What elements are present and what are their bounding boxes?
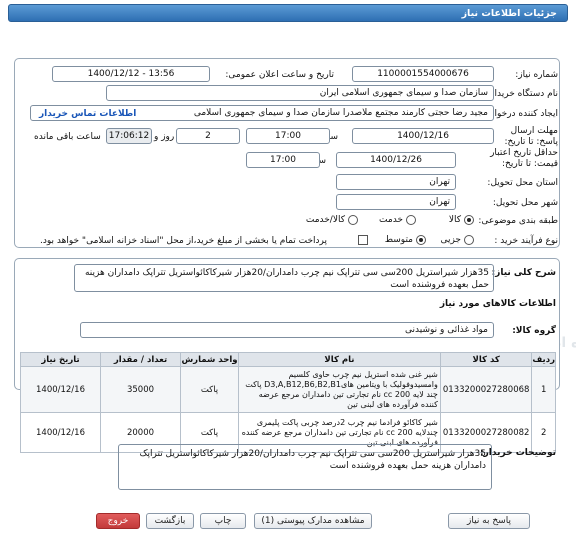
cell-code: 0133200027280068	[439, 366, 533, 413]
goods-table: ردیف کد کالا نام کالا واحد شمارش تعداد /…	[20, 352, 556, 453]
need-number-field: 1100001554000676	[352, 66, 494, 82]
remaining-time-label: ساعت باقی مانده	[34, 132, 101, 142]
goods-group-field: مواد غذائی و نوشیدنی	[80, 322, 494, 338]
buyer-org-label: نام دستگاه خریدار:	[487, 89, 558, 99]
delivery-city-label: شهر محل تحویل:	[492, 198, 558, 208]
reply-button[interactable]: پاسخ به نیاز	[448, 513, 530, 529]
price-validity-time: 17:00	[246, 152, 320, 168]
summary-label: شرح کلی نیاز:	[491, 268, 556, 278]
price-validity-label: حداقل تاریخ اعتبار قیمت: تا تاریخ:	[490, 148, 558, 169]
treasury-bonds-note: پرداخت تمام یا بخشی از مبلغ خرید،از محل …	[40, 236, 328, 246]
cell-row: 2	[531, 412, 556, 453]
summary-field: 35هزار شیراستریل 200سی سی تتراپک نیم چرب…	[74, 264, 494, 292]
cell-date: 1400/12/16	[20, 412, 101, 453]
category-service-radio[interactable]: خدمت	[379, 215, 416, 225]
col-row: ردیف	[531, 352, 556, 367]
print-button[interactable]: چاپ	[200, 513, 246, 529]
cell-date: 1400/12/16	[20, 366, 101, 413]
remaining-time-field: 17:06:12	[106, 128, 152, 144]
remaining-days-label: روز و	[154, 132, 175, 142]
process-medium-radio[interactable]: متوسط	[385, 235, 426, 245]
col-name: نام کالا	[238, 352, 441, 367]
radio-empty-icon	[406, 215, 416, 225]
col-unit: واحد شمارش	[180, 352, 239, 367]
back-button[interactable]: بازگشت	[146, 513, 194, 529]
treasury-bonds-checkbox[interactable]	[358, 235, 368, 245]
cell-row: 1	[531, 366, 556, 413]
col-code: کد کالا	[439, 352, 533, 367]
view-attachments-button[interactable]: مشاهده مدارک پیوستی (1)	[254, 513, 372, 529]
goods-info-title: اطلاعات کالاهای مورد نیاز	[439, 299, 556, 309]
col-qty: تعداد / مقدار	[100, 352, 181, 367]
goods-group-label: گروه کالا:	[512, 326, 556, 336]
purchase-process-label: نوع فرآیند خرید :	[494, 236, 558, 246]
process-minor-radio[interactable]: جزیی	[440, 235, 474, 245]
price-validity-date: 1400/12/26	[336, 152, 456, 168]
radio-empty-icon	[464, 235, 474, 245]
announce-datetime-label: تاریخ و ساعت اعلان عمومی:	[225, 70, 334, 80]
remaining-days-field: 2	[176, 128, 240, 144]
category-goods-service-radio[interactable]: کالا/خدمت	[306, 215, 358, 225]
need-number-label: شماره نیاز:	[515, 70, 558, 80]
buyer-org-field: سازمان صدا و سیمای جمهوری اسلامی ایران	[106, 85, 494, 101]
col-date: تاریخ نیاز	[20, 352, 101, 367]
page-title: جزئیات اطلاعات نیاز	[461, 7, 557, 19]
cell-unit: پاکت	[180, 366, 239, 413]
radio-selected-icon	[416, 235, 426, 245]
page-header: جزئیات اطلاعات نیاز	[8, 4, 568, 22]
exit-button[interactable]: خروج	[96, 513, 140, 529]
cell-qty: 35000	[100, 366, 181, 413]
requester-name: مجید رضا حجتی کارمند مجتمع ملاصدرا سازما…	[193, 108, 488, 118]
buyer-contact-link[interactable]: اطلاعات تماس خریدار	[36, 109, 140, 119]
delivery-province-field: تهران	[336, 174, 456, 190]
cell-name: شیر غنی شده استریل نیم چرب حاوی کلسیم وا…	[238, 366, 441, 413]
table-header-row: ردیف کد کالا نام کالا واحد شمارش تعداد /…	[20, 352, 556, 367]
delivery-province-label: استان محل تحویل:	[487, 178, 558, 188]
radio-empty-icon	[348, 215, 358, 225]
table-row: 1 0133200027280068 شیر غنی شده استریل نی…	[20, 366, 556, 413]
reply-deadline-label: مهلت ارسال پاسخ: تا تاریخ:	[504, 126, 558, 147]
announce-datetime-field: 1400/12/12 - 13:56	[52, 66, 210, 82]
radio-selected-icon	[464, 215, 474, 225]
category-goods-radio[interactable]: کالا	[449, 215, 474, 225]
buyer-notes-field: 35هزار شیراستریل 200سی سی تتراپک نیم چرب…	[118, 444, 492, 490]
reply-deadline-date: 1400/12/16	[352, 128, 494, 144]
category-label: طبقه بندی موضوعی:	[478, 216, 558, 226]
delivery-city-field: تهران	[336, 194, 456, 210]
reply-deadline-time: 17:00	[246, 128, 330, 144]
